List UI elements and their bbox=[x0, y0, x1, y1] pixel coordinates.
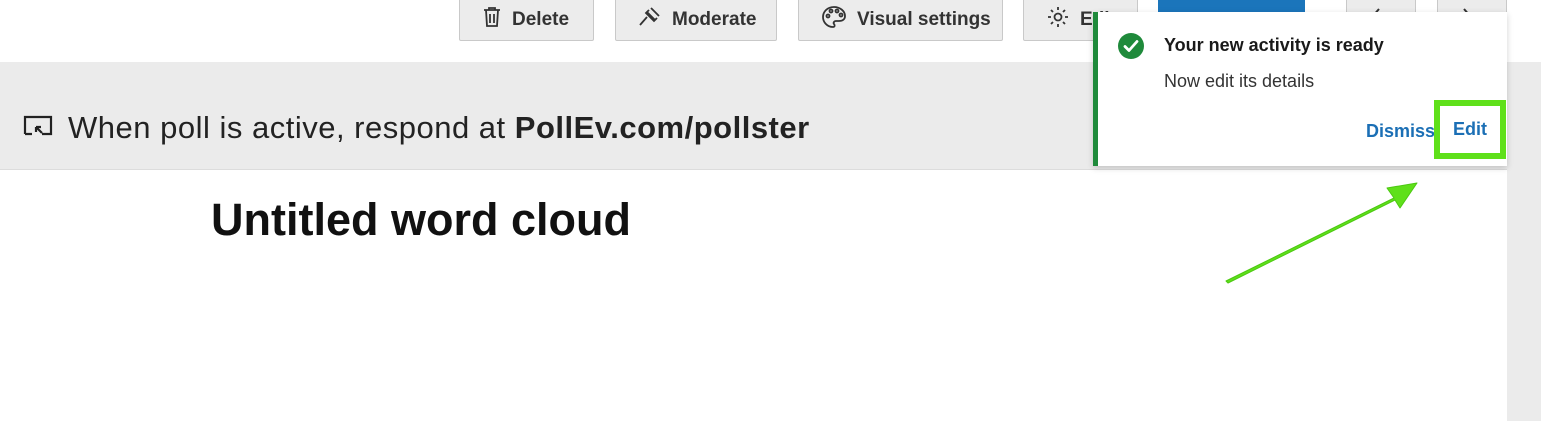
check-circle-icon bbox=[1117, 32, 1145, 65]
edit-button[interactable]: Edit bbox=[1434, 100, 1506, 159]
visual-settings-button[interactable]: Visual settings bbox=[798, 0, 1003, 41]
palette-icon bbox=[821, 5, 847, 35]
gavel-icon bbox=[638, 6, 662, 34]
trash-icon bbox=[482, 6, 502, 34]
respond-prefix: When poll is active, respond at bbox=[68, 110, 506, 145]
activity-title: Untitled word cloud bbox=[211, 194, 631, 245]
activity-ready-toast: Your new activity is ready Now edit its … bbox=[1093, 12, 1507, 166]
gear-icon bbox=[1046, 5, 1070, 35]
respond-url: PollEv.com/pollster bbox=[514, 110, 810, 145]
respond-instructions: When poll is active, respond at PollEv.c… bbox=[22, 110, 810, 146]
delete-label: Delete bbox=[512, 8, 570, 30]
delete-button[interactable]: Delete bbox=[459, 0, 594, 41]
visual-settings-label: Visual settings bbox=[857, 8, 991, 30]
moderate-button[interactable]: Moderate bbox=[615, 0, 777, 41]
toast-message: Now edit its details bbox=[1164, 71, 1315, 91]
toast-title: Your new activity is ready bbox=[1164, 35, 1384, 55]
right-gutter bbox=[1507, 62, 1541, 421]
dismiss-button[interactable]: Dismiss bbox=[1366, 121, 1435, 142]
screen-share-icon bbox=[22, 113, 54, 144]
moderate-label: Moderate bbox=[672, 8, 757, 30]
